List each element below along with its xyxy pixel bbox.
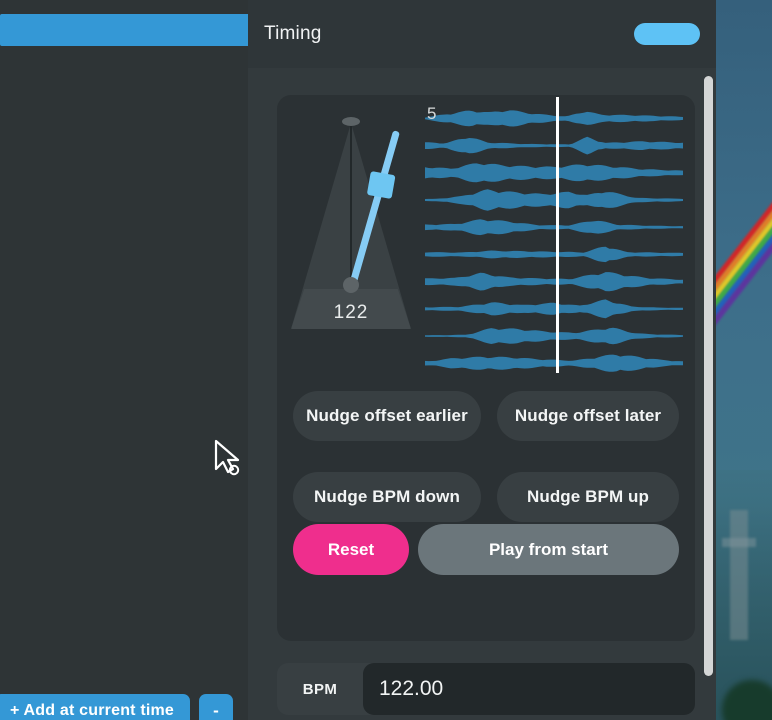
metronome-rod: [350, 123, 352, 285]
timing-panel: Timing 122 5 Nudge offset earlier Nudge …: [248, 0, 716, 720]
bpm-input[interactable]: [363, 663, 695, 715]
nudge-offset-later-button[interactable]: Nudge offset later: [497, 391, 679, 441]
bpm-field-row: BPM: [277, 663, 695, 715]
waveform-lanes: [425, 110, 683, 372]
panel-body: 122 5 Nudge offset earlier Nudge offset …: [248, 68, 716, 720]
track-bar[interactable]: [0, 14, 250, 46]
timing-card: 122 5 Nudge offset earlier Nudge offset …: [277, 95, 695, 641]
reset-button-label: Reset: [327, 539, 375, 559]
page-title: Timing: [264, 23, 322, 44]
play-from-start-button[interactable]: Play from start: [418, 524, 679, 575]
add-at-current-time-label: + Add at current time: [9, 702, 175, 719]
nudge-bpm-up-label: Nudge BPM up: [526, 487, 650, 506]
waveform-row-label: 5: [427, 104, 437, 123]
tower-building: [722, 510, 756, 640]
nudge-bpm-down-button[interactable]: Nudge BPM down: [293, 472, 481, 522]
nudge-offset-earlier-label: Nudge offset earlier: [306, 406, 468, 425]
timing-toggle[interactable]: [634, 23, 700, 45]
waveform-display[interactable]: 5: [425, 97, 683, 373]
bpm-label: BPM: [302, 680, 338, 698]
mouse-cursor: [214, 439, 240, 476]
reset-button[interactable]: Reset: [293, 524, 409, 575]
metronome-bpm-readout: 122: [333, 302, 369, 323]
playhead-line[interactable]: [556, 97, 559, 373]
metronome-top-cap: [342, 117, 360, 126]
play-from-start-label: Play from start: [488, 539, 609, 559]
nudge-bpm-up-button[interactable]: Nudge BPM up: [497, 472, 679, 522]
minus-button-label: -: [213, 701, 219, 720]
metronome-weight: [366, 171, 396, 200]
add-at-current-time-button[interactable]: + Add at current time: [0, 694, 190, 720]
scrollbar[interactable]: [702, 76, 714, 688]
panel-header: Timing: [248, 0, 716, 68]
scrollbar-thumb[interactable]: [704, 76, 713, 676]
nudge-offset-later-label: Nudge offset later: [514, 406, 662, 425]
metronome-pivot: [343, 277, 359, 293]
rainbow: [716, 175, 772, 352]
metronome-widget[interactable]: 122: [291, 109, 411, 329]
nudge-offset-earlier-button[interactable]: Nudge offset earlier: [293, 391, 481, 441]
background-photo: [716, 0, 772, 720]
nudge-bpm-down-label: Nudge BPM down: [314, 487, 460, 506]
minus-button[interactable]: -: [199, 694, 233, 720]
